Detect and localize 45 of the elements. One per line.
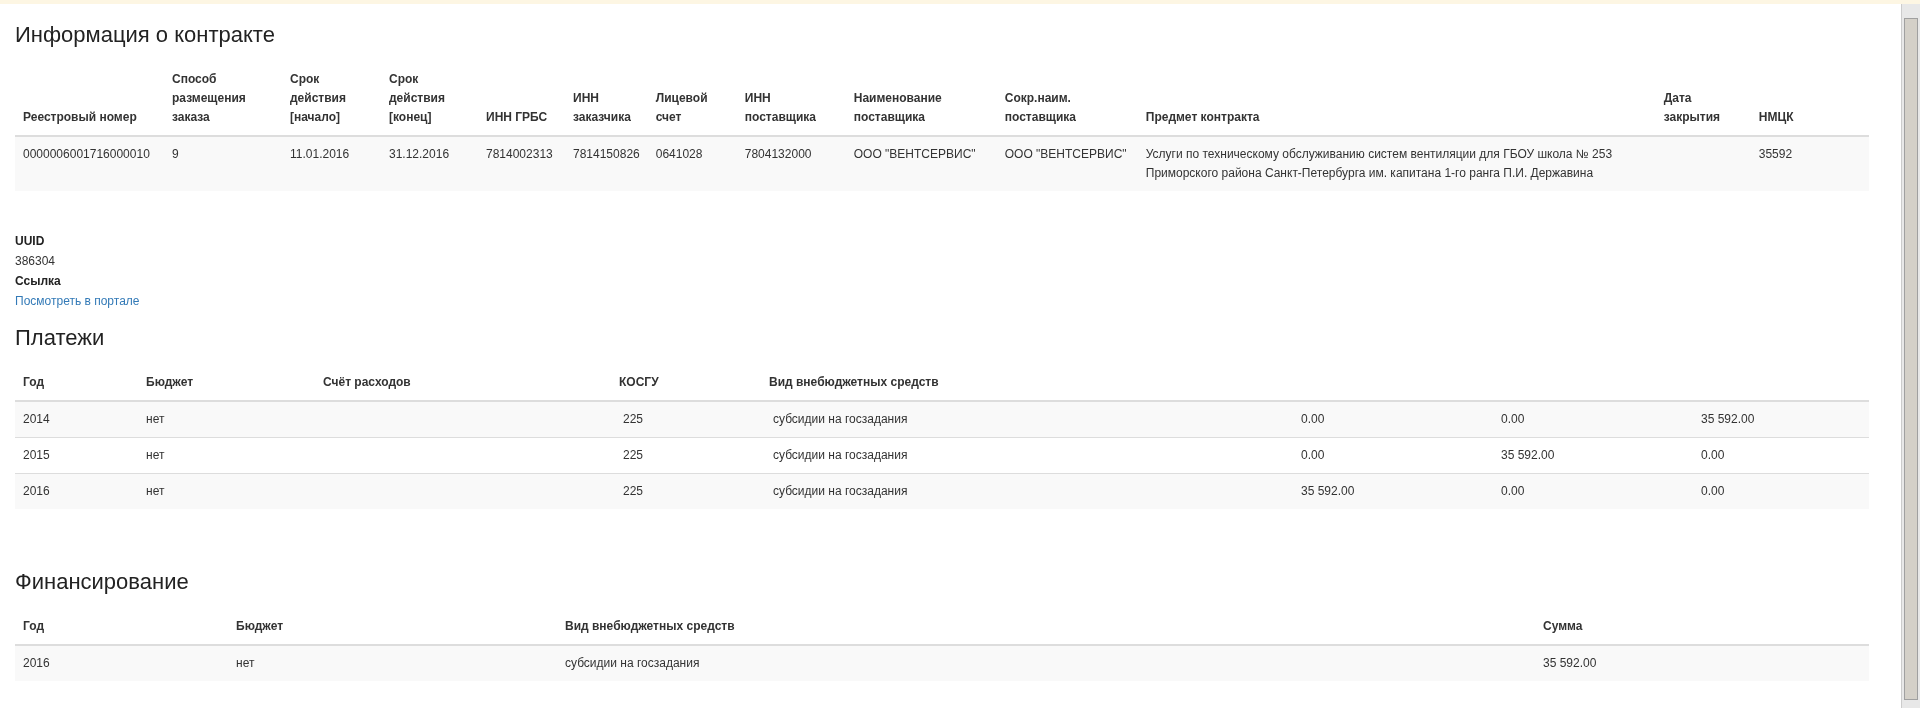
table-cell: 2016 xyxy=(15,473,138,509)
table-cell: 7804132000 xyxy=(736,136,846,191)
table-cell: нет xyxy=(228,645,557,681)
table-cell: 0.00 xyxy=(1489,473,1689,509)
table-cell: 7814002313 xyxy=(478,136,565,191)
section-title: Информация о контракте xyxy=(15,22,276,48)
scrollbar[interactable] xyxy=(1901,4,1920,708)
field-label: UUID xyxy=(15,233,46,250)
table-cell: 7814150826 xyxy=(565,136,648,191)
table-cell: 35 592.00 xyxy=(1489,437,1689,474)
table-cell: Услуги по техническому обслуживанию систем вентиляции для ГБОУ школа № 253 Приморского района Санкт-Петербурга им. капитана 1-го ранга П.И. Державина xyxy=(1137,136,1656,191)
table-cell: 2015 xyxy=(15,437,138,474)
table-cell: 0000006001716000010 xyxy=(15,136,164,191)
table-cell: 0.00 xyxy=(1689,473,1869,509)
section-title: Платежи xyxy=(15,325,106,351)
field-label: Ссылка xyxy=(15,273,62,290)
table-cell: нет xyxy=(138,437,315,474)
portal-link[interactable]: Посмотреть в портале xyxy=(15,294,140,308)
table-cell: нет xyxy=(138,473,315,509)
table-cell: 0.00 xyxy=(1289,437,1489,474)
table-cell: 2016 xyxy=(15,645,228,681)
field-value: 386304 xyxy=(15,253,57,270)
table-cell: субсидии на госзадания xyxy=(557,645,1535,681)
table-cell: 35 592.00 xyxy=(1689,401,1869,438)
table-cell: ООО "ВЕНТСЕРВИС" xyxy=(996,136,1138,191)
table-cell: 2014 xyxy=(15,401,138,438)
table-cell: 0641028 xyxy=(647,136,737,191)
table-cell: нет xyxy=(138,401,315,438)
table-cell: 0.00 xyxy=(1689,437,1869,474)
table-cell: 35592 xyxy=(1750,136,1869,191)
table-cell: субсидии на госзадания xyxy=(761,473,1289,509)
table-cell: 11.01.2016 xyxy=(282,136,381,191)
table-cell: 9 xyxy=(164,136,282,191)
table-cell: 31.12.2016 xyxy=(381,136,478,191)
table-cell: 225 xyxy=(611,401,761,438)
section-title: Финансирование xyxy=(15,569,190,595)
table-cell: 35 592.00 xyxy=(1535,645,1869,681)
table-cell: субсидии на госзадания xyxy=(761,401,1289,438)
table-cell: субсидии на госзадания xyxy=(761,437,1289,474)
table-cell: 0.00 xyxy=(1489,401,1689,438)
table-cell: 35 592.00 xyxy=(1289,473,1489,509)
table-cell: 225 xyxy=(611,473,761,509)
table-cell: 225 xyxy=(611,437,761,474)
table-cell: 0.00 xyxy=(1289,401,1489,438)
table-cell: ООО "ВЕНТСЕРВИС" xyxy=(845,136,997,191)
